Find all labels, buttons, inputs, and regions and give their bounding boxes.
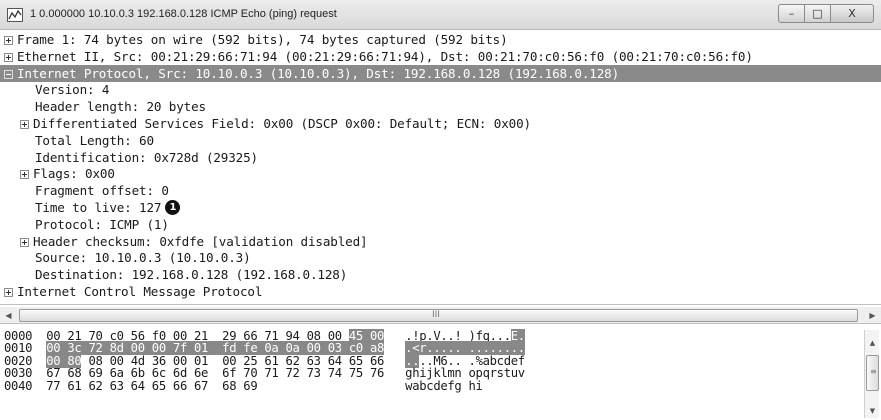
window-titlebar[interactable]: 1 0.000000 10.10.0.3 192.168.0.128 ICMP … bbox=[0, 0, 881, 30]
tree-row-label: Ethernet II, Src: 00:21:29:66:71:94 (00:… bbox=[17, 48, 753, 64]
tree-row-label: Flags: 0x00 bbox=[33, 166, 115, 182]
expand-plus-icon[interactable] bbox=[20, 120, 29, 129]
hex-offset: 0040 bbox=[4, 378, 33, 393]
scroll-grip-icon: ≡ bbox=[870, 367, 877, 376]
window-controls: – □ X bbox=[778, 4, 874, 23]
tree-row[interactable]: Total Length: 60 bbox=[0, 132, 881, 149]
expand-plus-icon[interactable] bbox=[4, 288, 13, 297]
tree-row[interactable]: Flags: 0x00 bbox=[0, 165, 881, 182]
tree-row-label: Identification: 0x728d (29325) bbox=[35, 149, 258, 165]
tree-row[interactable]: Identification: 0x728d (29325) bbox=[0, 149, 881, 166]
maximize-button[interactable]: □ bbox=[804, 4, 831, 23]
packet-bytes-pane[interactable]: 0000 00 21 70 c0 56 f0 00 21 29 66 71 94… bbox=[0, 326, 881, 420]
scroll-grip-icon: III bbox=[432, 310, 440, 320]
hex-row[interactable]: 0040 77 61 62 63 64 65 66 67 68 69 wabcd… bbox=[4, 378, 483, 393]
tree-row-label: Differentiated Services Field: 0x00 (DSC… bbox=[33, 116, 531, 131]
vertical-scrollbar[interactable]: ▲ ≡ ▼ bbox=[864, 330, 879, 418]
vertical-scroll-thumb[interactable]: ≡ bbox=[866, 355, 879, 391]
tree-row[interactable]: Header checksum: 0xfdfe [validation disa… bbox=[0, 233, 881, 250]
tree-row-label: Total Length: 60 bbox=[35, 132, 154, 148]
expand-plus-icon[interactable] bbox=[20, 237, 29, 247]
tree-row[interactable]: Ethernet II, Src: 00:21:29:66:71:94 (00:… bbox=[0, 48, 881, 65]
tree-row[interactable]: Destination: 192.168.0.128 (192.168.0.12… bbox=[0, 266, 881, 283]
scroll-up-arrow-icon[interactable]: ▲ bbox=[865, 336, 880, 350]
scroll-left-arrow-icon[interactable]: ◀ bbox=[0, 307, 17, 324]
horizontal-scroll-thumb[interactable]: III bbox=[19, 309, 858, 322]
tree-row[interactable]: Internet Control Message Protocol bbox=[0, 283, 881, 300]
tree-row-label: Header checksum: 0xfdfe [validation disa… bbox=[33, 233, 368, 249]
tree-row[interactable]: Header length: 20 bytes bbox=[0, 98, 881, 115]
tree-row[interactable]: Time to live: 127 1 bbox=[0, 199, 881, 216]
tree-row[interactable]: Fragment offset: 0 bbox=[0, 182, 881, 199]
tree-row[interactable]: Frame 1: 74 bytes on wire (592 bits), 74… bbox=[0, 31, 881, 48]
hex-ascii: wabcdefg hi bbox=[405, 378, 483, 393]
minimize-button[interactable]: – bbox=[778, 4, 805, 23]
tree-row-label: Internet Protocol, Src: 10.10.0.3 (10.10… bbox=[17, 65, 619, 81]
hex-bytes: 77 61 62 63 64 65 66 67 68 69 bbox=[46, 378, 258, 393]
horizontal-scrollbar[interactable]: ◀ III ▶ bbox=[0, 307, 881, 324]
collapse-minus-icon[interactable] bbox=[4, 69, 13, 79]
tree-row[interactable]: Differentiated Services Field: 0x00 (DSC… bbox=[0, 115, 881, 132]
wireshark-app-icon bbox=[7, 8, 23, 22]
callout-number-badge: 1 bbox=[165, 200, 181, 215]
tree-row[interactable]: Version: 4 bbox=[0, 81, 881, 98]
close-button[interactable]: X bbox=[830, 4, 874, 23]
scroll-down-arrow-icon[interactable]: ▼ bbox=[865, 404, 880, 418]
tree-row-label: Version: 4 bbox=[35, 82, 110, 98]
tree-row[interactable]: Protocol: ICMP (1) bbox=[0, 216, 881, 233]
tree-row-label: Time to live: 127 bbox=[35, 200, 162, 215]
tree-row-label: Internet Control Message Protocol bbox=[17, 284, 263, 299]
expand-plus-icon[interactable] bbox=[20, 170, 29, 180]
tree-row-label: Fragment offset: 0 bbox=[35, 183, 169, 199]
tree-row-label: Protocol: ICMP (1) bbox=[35, 216, 169, 232]
tree-row-label: Source: 10.10.0.3 (10.10.0.3) bbox=[35, 250, 251, 266]
expand-plus-icon[interactable] bbox=[4, 52, 13, 62]
tree-row-label: Destination: 192.168.0.128 (192.168.0.12… bbox=[35, 267, 348, 283]
scroll-right-arrow-icon[interactable]: ▶ bbox=[864, 307, 881, 324]
tree-row[interactable]: Internet Protocol, Src: 10.10.0.3 (10.10… bbox=[0, 64, 881, 82]
tree-row-label: Header length: 20 bytes bbox=[35, 99, 206, 115]
tree-row[interactable]: Source: 10.10.0.3 (10.10.0.3) bbox=[0, 249, 881, 266]
tree-row-label: Frame 1: 74 bytes on wire (592 bits), 74… bbox=[17, 32, 508, 47]
window-title: 1 0.000000 10.10.0.3 192.168.0.128 ICMP … bbox=[30, 8, 337, 20]
packet-details-tree[interactable]: Frame 1: 74 bytes on wire (592 bits), 74… bbox=[0, 31, 881, 305]
expand-plus-icon[interactable] bbox=[4, 36, 13, 45]
